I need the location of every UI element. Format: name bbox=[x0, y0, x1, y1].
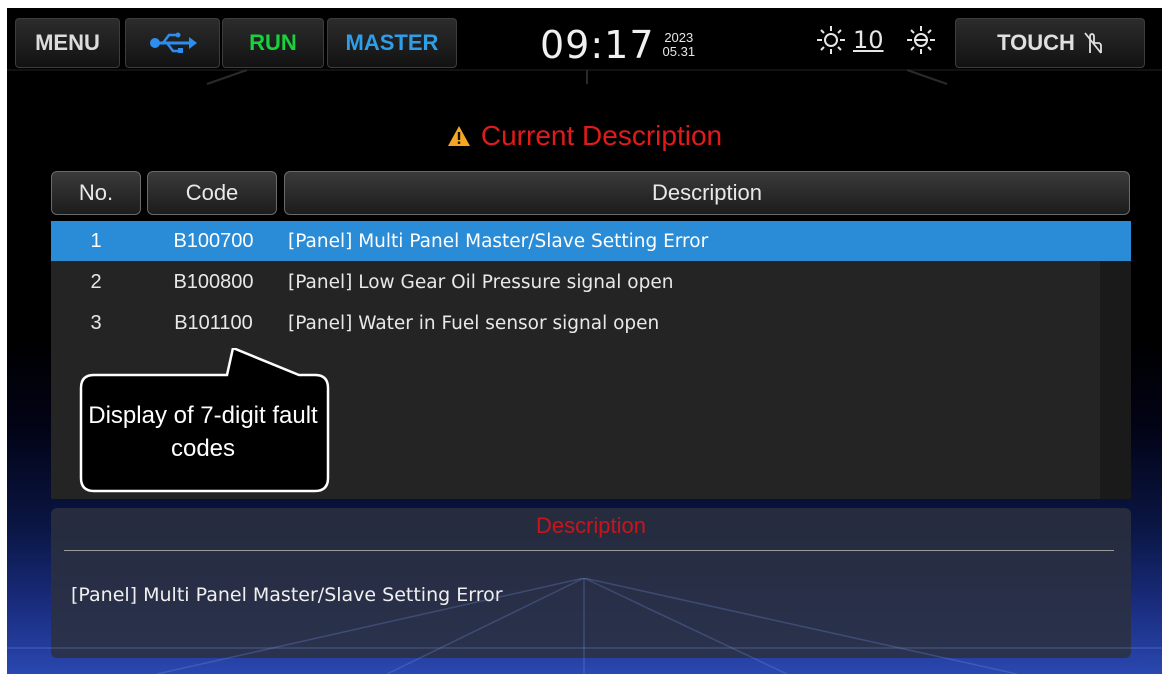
column-header-code-label: Code bbox=[185, 180, 239, 205]
brightness-up-control[interactable]: 10 bbox=[815, 24, 884, 56]
touch-hand-icon bbox=[1084, 32, 1102, 54]
row-code: B100800 bbox=[173, 270, 254, 293]
page-title-text: Current Description bbox=[480, 120, 723, 151]
row-number: 1 bbox=[90, 229, 102, 252]
row-description: [Panel] Multi Panel Master/Slave Setting… bbox=[288, 230, 709, 252]
display-screen: MENU RUN MASTER 09:17 2023 05.31 10 TOUC… bbox=[7, 8, 1162, 674]
clock-year: 2023 bbox=[664, 30, 694, 45]
brightness-down-control[interactable] bbox=[905, 24, 937, 61]
column-header-description-label: Description bbox=[651, 180, 763, 205]
top-bar: MENU RUN MASTER 09:17 2023 05.31 10 TOUC… bbox=[7, 8, 1162, 85]
column-header-code: Code bbox=[147, 171, 277, 215]
table-row[interactable]: 1 B100700 [Panel] Multi Panel Master/Sla… bbox=[51, 221, 1131, 261]
page-title: Current Description bbox=[447, 120, 722, 152]
row-code: B101100 bbox=[174, 311, 253, 334]
touch-button[interactable]: TOUCH bbox=[955, 18, 1145, 68]
column-header-no: No. bbox=[51, 171, 141, 215]
column-header-description: Description bbox=[284, 171, 1130, 215]
run-status: RUN bbox=[222, 18, 324, 68]
row-description: [Panel] Water in Fuel sensor signal open bbox=[288, 312, 660, 334]
warning-icon bbox=[447, 126, 470, 146]
clock-date: 2023 05.31 bbox=[663, 31, 696, 59]
row-description: [Panel] Low Gear Oil Pressure signal ope… bbox=[288, 271, 674, 293]
column-header-no-label: No. bbox=[78, 180, 114, 205]
description-divider bbox=[64, 550, 1114, 551]
page-title-row: Current Description bbox=[7, 120, 1162, 152]
brightness-down-icon bbox=[907, 26, 935, 54]
clock: 09:17 2023 05.31 bbox=[540, 20, 695, 70]
description-panel-title: Description bbox=[535, 513, 647, 538]
clock-time: 09:17 bbox=[540, 23, 655, 67]
background-grid-decoration bbox=[7, 578, 1162, 674]
clock-day: 05.31 bbox=[662, 44, 696, 59]
master-label: MASTER bbox=[345, 30, 439, 55]
table-row[interactable]: 2 B100800 [Panel] Low Gear Oil Pressure … bbox=[51, 262, 1131, 302]
row-number: 2 bbox=[90, 270, 102, 293]
callout-text: Display of 7-digit fault codes bbox=[88, 402, 318, 462]
usb-status bbox=[125, 18, 220, 68]
menu-label: MENU bbox=[35, 30, 100, 55]
master-status: MASTER bbox=[327, 18, 457, 68]
brightness-value: 10 bbox=[853, 26, 884, 54]
table-row[interactable]: 3 B101100 [Panel] Water in Fuel sensor s… bbox=[51, 303, 1131, 343]
menu-button[interactable]: MENU bbox=[15, 18, 120, 68]
row-number: 3 bbox=[90, 311, 102, 334]
usb-icon bbox=[149, 32, 197, 53]
top-bar-decoration bbox=[7, 69, 1162, 85]
brightness-up-icon bbox=[817, 26, 845, 54]
touch-label: TOUCH bbox=[997, 30, 1075, 55]
row-code: B100700 bbox=[173, 229, 254, 252]
run-label: RUN bbox=[249, 30, 297, 55]
